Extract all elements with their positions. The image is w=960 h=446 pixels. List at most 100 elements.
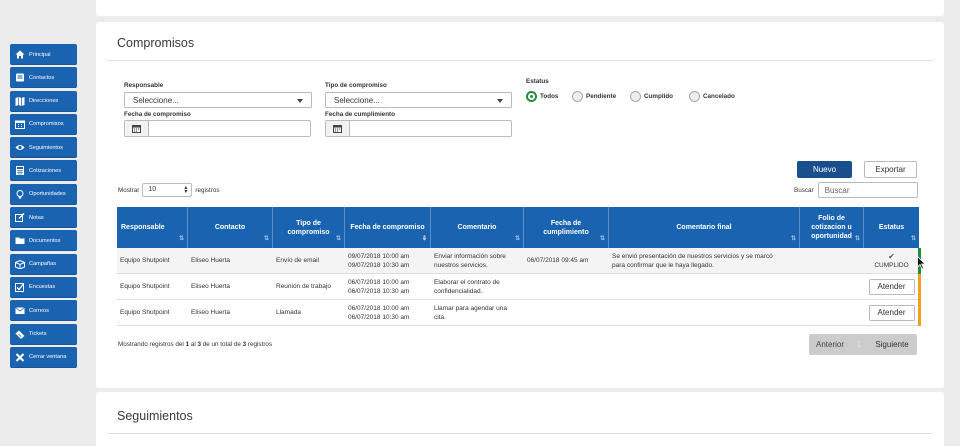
page-length-value: 10 xyxy=(148,186,157,193)
nuevo-button[interactable]: Nuevo xyxy=(797,161,852,178)
column-header-fecha-cumplimiento[interactable]: Fecha de cumplimiento ⇅ xyxy=(524,207,609,248)
column-header-fecha-compromiso[interactable]: Fecha de compromiso ⇩ xyxy=(345,207,431,248)
sidebar-item-label: Cerrar ventana xyxy=(29,354,67,361)
column-header-label: Responsable xyxy=(121,224,165,231)
tipo-compromiso-select[interactable]: Seleccione... xyxy=(325,92,512,108)
sidebar-item-tickets[interactable]: Tickets xyxy=(10,323,77,345)
radio-todos[interactable]: Todos xyxy=(526,91,558,102)
cell-responsable: Equipo Shutpoint xyxy=(120,283,170,290)
sidebar-item-compromisos[interactable]: Compromisos xyxy=(10,113,77,135)
sidebar-item-label: Notas xyxy=(29,214,44,221)
chevron-down-icon xyxy=(497,99,503,103)
sidebar-item-contactos[interactable]: Contactos xyxy=(10,67,77,89)
status-badge: ✔ CUMPLIDO xyxy=(874,252,908,270)
mostrar-label: Mostrar xyxy=(118,186,140,194)
column-header-comentario[interactable]: Comentario ⇅ xyxy=(431,207,524,248)
column-header-comentario-final[interactable]: Comentario final ⇅ xyxy=(609,207,800,248)
column-header-tipo[interactable]: Tipo de compromiso ⇅ xyxy=(273,207,345,248)
fecha-inicio: 06/07/2018 10:00 am xyxy=(348,278,410,286)
table-row[interactable]: Equipo Shutpoint Eliseo Huerta Reunión d… xyxy=(117,274,921,300)
calculator-icon xyxy=(15,166,25,176)
info-text: de un total de xyxy=(201,341,243,348)
sidebar-item-cotizaciones[interactable]: Cotizaciones xyxy=(10,160,77,182)
cell-responsable: Equipo Shutpoint xyxy=(120,257,170,264)
table-info: Mostrando registros del 1 al 3 de un tot… xyxy=(118,341,272,348)
radio-cancelado[interactable]: Cancelado xyxy=(689,91,735,102)
calendar-icon[interactable] xyxy=(326,121,350,136)
cell-responsable: Equipo Shutpoint xyxy=(120,309,170,316)
cell-tipo: Reunión de trabajo xyxy=(276,283,331,290)
sort-icon: ⇅ xyxy=(514,236,520,242)
sidebar-item-direcciones[interactable]: Direcciones xyxy=(10,90,77,112)
pagination-page[interactable]: 1 xyxy=(851,334,867,355)
cell-contacto: Eliseo Huerta xyxy=(191,283,231,290)
search-control: Buscar Buscar xyxy=(794,182,918,198)
check-icon: ✔ xyxy=(888,251,895,261)
fecha-cumplimiento-field[interactable] xyxy=(325,120,512,137)
pagination-prev[interactable]: Anterior xyxy=(809,334,851,355)
sidebar-item-principal[interactable]: Principal xyxy=(10,44,77,65)
atender-button[interactable]: Atender xyxy=(868,304,915,321)
column-header-folio[interactable]: Folio de cotizacion u oportunidad ⇅ xyxy=(800,207,864,248)
radio-pendiente[interactable]: Pendiente xyxy=(572,91,616,102)
atender-button[interactable]: Atender xyxy=(868,278,915,295)
sidebar-item-label: Compromisos xyxy=(29,121,64,128)
sidebar-item-seguimientos[interactable]: Seguimientos xyxy=(10,137,77,159)
radio-circle xyxy=(572,91,583,102)
comentario-line: Elaborar el contrato de xyxy=(434,278,500,286)
radio-cumplido[interactable]: Cumplido xyxy=(630,91,673,102)
sidebar: Principal Contactos Direcciones Compromi… xyxy=(10,44,77,370)
calendar-icon[interactable] xyxy=(125,121,149,136)
map-icon xyxy=(15,96,25,106)
column-header-responsable[interactable]: Responsable ⇅ xyxy=(117,207,188,248)
top-card xyxy=(96,0,944,16)
page-length-select[interactable]: 10 ▴ ▾ xyxy=(142,183,193,197)
search-input[interactable]: Buscar xyxy=(817,182,918,198)
sidebar-item-label: Seguimientos xyxy=(29,144,63,151)
cell-comentario: Enviar información sobre nuestros servici… xyxy=(431,248,524,273)
responsable-select[interactable]: Seleccione... xyxy=(124,92,312,108)
sort-icon: ⇅ xyxy=(178,236,184,242)
cell-fecha-compromiso: 06/07/2018 10:00 am 06/07/2018 10:30 am xyxy=(345,300,431,325)
sidebar-item-documentos[interactable]: Documentos xyxy=(10,230,77,252)
sidebar-item-campanas[interactable]: Campañas xyxy=(10,253,77,275)
page-title: Compromisos xyxy=(117,36,195,50)
sort-icon: ⇅ xyxy=(910,236,916,242)
table-row[interactable]: Equipo Shutpoint Eliseo Huerta Envío de … xyxy=(117,248,921,274)
cell-estatus: ✔ CUMPLIDO xyxy=(864,248,919,273)
cell-estatus: Atender xyxy=(864,300,919,325)
cell-comentario: Llamar para agendar una cita. xyxy=(431,300,524,325)
sidebar-item-correos[interactable]: Correos xyxy=(10,300,77,322)
exportar-button[interactable]: Exportar xyxy=(864,161,917,178)
home-icon xyxy=(15,50,25,59)
page-length-control: Mostrar 10 ▴ ▾ registros xyxy=(118,183,220,197)
fecha-compromiso-label: Fecha de compromiso xyxy=(124,111,191,118)
sidebar-item-oportunidades[interactable]: Oportunidades xyxy=(10,183,77,205)
sidebar-item-encuestas[interactable]: Encuestas xyxy=(10,276,77,298)
cell-tipo: Envío de email xyxy=(276,257,319,264)
sort-icon: ⇅ xyxy=(263,236,269,242)
table-row[interactable]: Equipo Shutpoint Eliseo Huerta Llamada 0… xyxy=(117,300,921,326)
estatus-label: Estatus xyxy=(526,78,549,85)
updown-icon: ▴ ▾ xyxy=(184,185,188,195)
sidebar-item-label: Encuestas xyxy=(29,284,56,291)
sidebar-item-cerrar-ventana[interactable]: Cerrar ventana xyxy=(10,346,77,368)
section-title: Seguimientos xyxy=(117,409,193,423)
radio-label: Cumplido xyxy=(644,93,674,100)
status-text: CUMPLIDO xyxy=(874,261,909,269)
fecha-compromiso-field[interactable] xyxy=(124,120,311,137)
sidebar-item-notas[interactable]: Notas xyxy=(10,207,77,229)
sidebar-item-label: Correos xyxy=(29,307,49,314)
status-indicator-bar xyxy=(918,274,921,300)
cell-folio xyxy=(800,248,864,273)
column-header-contacto[interactable]: Contacto ⇅ xyxy=(188,207,273,248)
column-header-estatus[interactable]: Estatus ⇅ xyxy=(864,207,919,248)
fecha-fin: 09/07/2018 10:30 am xyxy=(348,261,410,269)
sidebar-item-label: Cotizaciones xyxy=(29,167,62,174)
column-header-label: Folio de cotizacion u oportunidad xyxy=(811,215,852,240)
lightbulb-icon xyxy=(15,189,25,199)
edit-icon xyxy=(15,213,25,223)
contacts-icon xyxy=(15,73,25,82)
close-icon xyxy=(15,353,25,362)
pagination-next[interactable]: Siguiente xyxy=(867,334,917,355)
